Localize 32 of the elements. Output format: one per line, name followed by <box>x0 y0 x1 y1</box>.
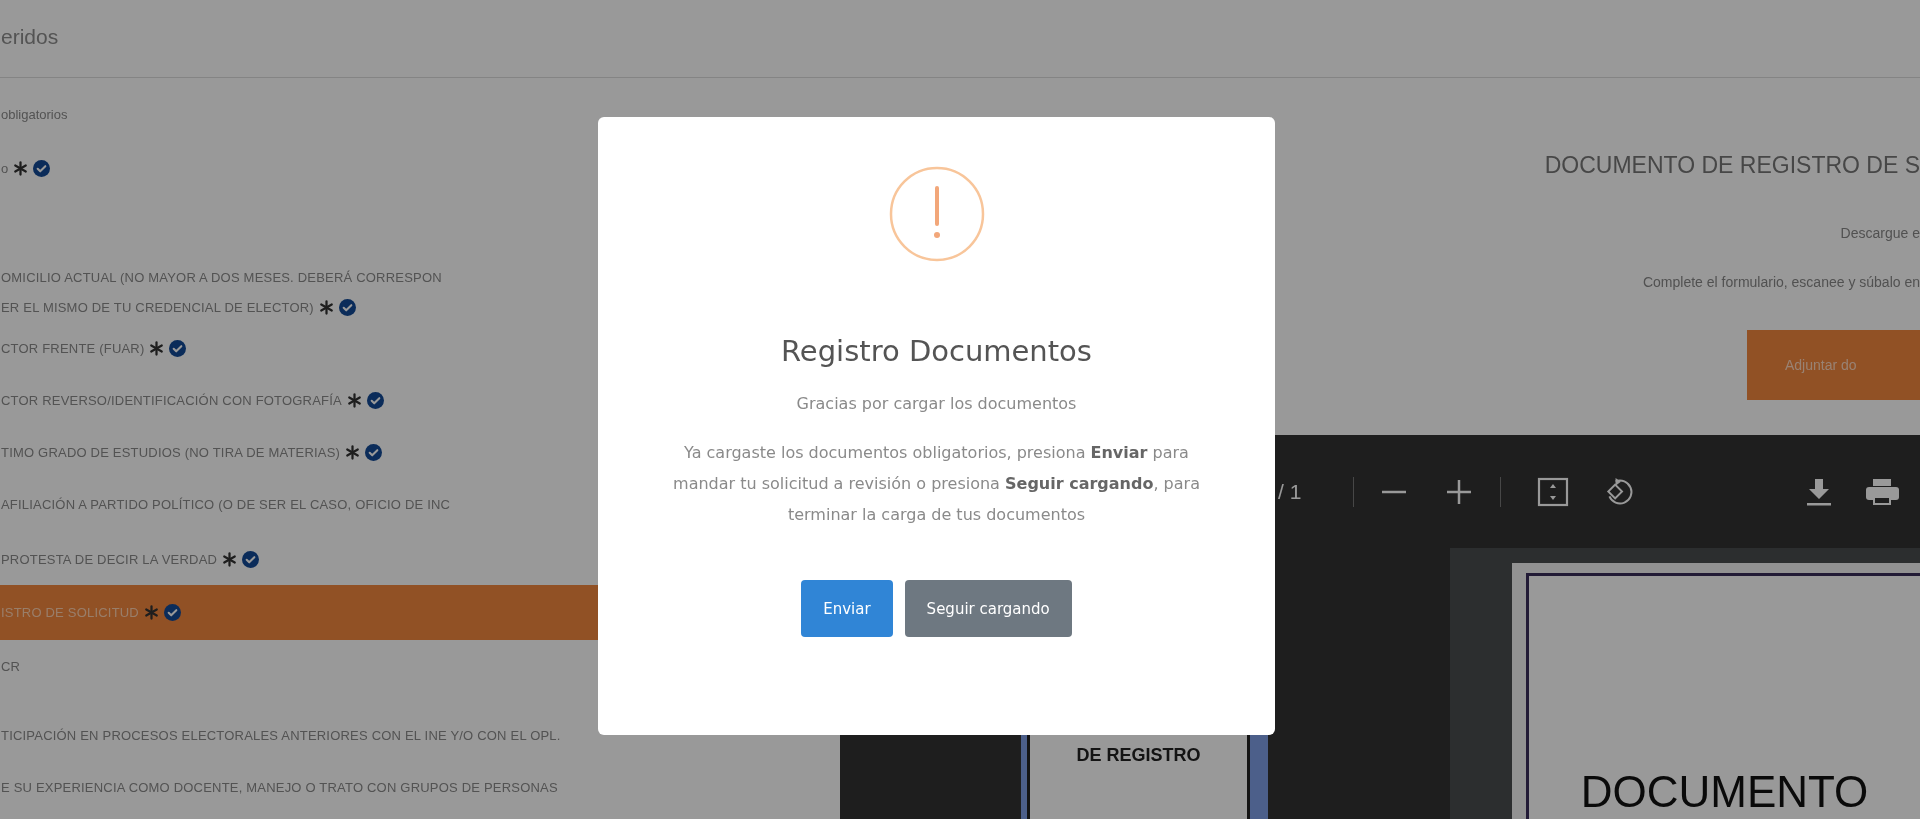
instruction-text: Descargue e <box>1840 225 1920 241</box>
print-icon[interactable] <box>1865 476 1900 507</box>
document-name: E SU EXPERIENCIA COMO DOCENTE, MANEJO O TRATO CON GRUPOS DE PERSONAS <box>1 779 558 795</box>
send-button[interactable]: Enviar <box>801 580 893 637</box>
document-name: ISTRO DE SOLICITUD <box>1 605 139 620</box>
document-name: CTOR FRENTE (FUAR) <box>1 340 145 356</box>
document-name: TICIPACIÓN EN PROCESOS ELECTORALES ANTERIORES CON EL INE Y/O CON EL OPL. <box>1 727 561 743</box>
section-title: eridos <box>1 24 59 49</box>
document-name: OMICILIO ACTUAL (NO MAYOR A DOS MESES. DEBERÁ CORRESPON <box>1 269 442 285</box>
dialog-message: Ya cargaste los documentos obligatorios, presiona Enviar para mandar tu solicitud a revisión o presiona Seguir cargando, para terminar la carga de tus documentos <box>672 442 1201 526</box>
document-title: DOCUMENTO DE REGISTRO DE S <box>1544 152 1920 179</box>
document-name: CR <box>1 658 21 674</box>
download-icon[interactable] <box>1805 476 1834 507</box>
document-item[interactable]: o <box>0 142 840 194</box>
document-item[interactable]: OMICILIO ACTUAL (NO MAYOR A DOS MESES. DEBERÁ CORRESPON ER EL MISMO DE TU CREDENCIAL DE ELECTOR) <box>0 262 840 322</box>
dialog-title: Registro Documentos <box>781 334 1092 368</box>
document-name: CTOR REVERSO/IDENTIFICACIÓN CON FOTOGRAFÍA <box>1 392 342 408</box>
thumbnail-text: DE REGISTRO <box>1076 745 1201 767</box>
document-item[interactable]: E SU EXPERIENCIA COMO DOCENTE, MANEJO O TRATO CON GRUPOS DE PERSONAS <box>0 761 840 813</box>
document-name: o <box>1 160 9 176</box>
dialog-subtitle: Gracias por cargar los documentos <box>796 394 1077 413</box>
page-heading: DOCUMENTO <box>1580 769 1869 815</box>
document-name: ER EL MISMO DE TU CREDENCIAL DE ELECTOR) <box>1 299 314 315</box>
section-label: obligatorios <box>1 107 69 122</box>
fit-page-icon[interactable] <box>1537 476 1570 507</box>
instruction-text: Complete el formulario, escanee y súbalo en <box>1642 274 1920 290</box>
document-name: PROTESTA DE DECIR LA VERDAD <box>1 551 218 567</box>
document-name: TIMO GRADO DE ESTUDIOS (NO TIRA DE MATERIAS) <box>1 444 341 460</box>
attach-button[interactable]: Adjuntar do <box>1747 330 1920 400</box>
warning-icon <box>888 166 985 262</box>
continue-button[interactable]: Seguir cargando <box>904 580 1072 637</box>
page-indicator: / 1 <box>1278 479 1302 504</box>
